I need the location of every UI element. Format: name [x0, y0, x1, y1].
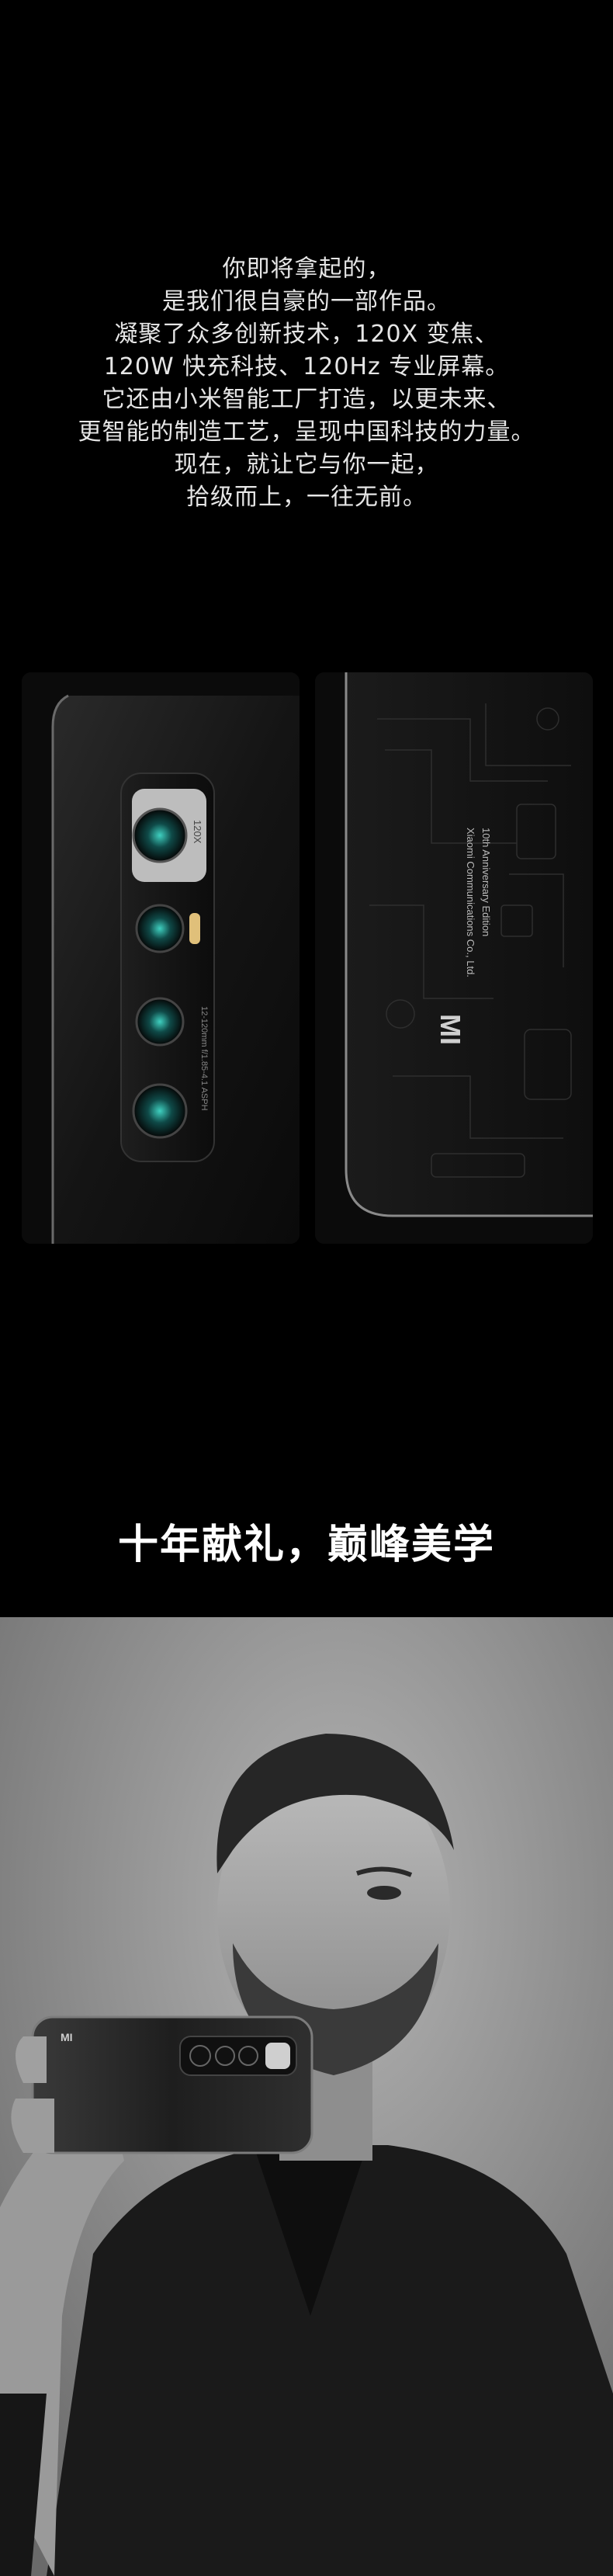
- phone-back-illustration: MI Xiaomi Communications Co., Ltd. 10th …: [315, 672, 593, 1244]
- portrait-photo: MI: [0, 1617, 613, 2576]
- intro-line: 它还由小米智能工厂打造，以更未来、: [102, 386, 511, 413]
- intro-line: 现在，就让它与你一起，: [174, 451, 439, 478]
- intro-line: 拾级而上，一往无前。: [186, 484, 427, 511]
- intro-text: 你即将拿起的， 是我们很自豪的一部作品。 凝聚了众多创新技术，120X 变焦、 …: [0, 253, 613, 514]
- section-spacer: [0, 1244, 613, 1477]
- portrait-illustration: MI: [0, 1617, 613, 2576]
- edition-print: 10th Anniversary Edition: [480, 828, 492, 936]
- phone-camera-illustration: 120X 12-120mm f/1.85-4.1 ASPH: [22, 672, 300, 1244]
- intro-section: 你即将拿起的， 是我们很自豪的一部作品。 凝聚了众多创新技术，120X 变焦、 …: [0, 0, 613, 637]
- intro-line: 120W 快充科技、120Hz 专业屏幕。: [103, 353, 510, 380]
- intro-line: 你即将拿起的，: [222, 255, 391, 283]
- phone-logo-mark: MI: [61, 2031, 73, 2043]
- camera-closeup-image: 120X 12-120mm f/1.85-4.1 ASPH: [22, 672, 300, 1244]
- lens-spec-label: 12-120mm f/1.85-4.1 ASPH: [199, 1006, 209, 1111]
- intro-line: 更智能的制造工艺，呈现中国科技的力量。: [78, 418, 535, 446]
- brand-logo-mark: MI: [435, 1014, 466, 1045]
- section-headline: 十年献礼，巅峰美学: [117, 1521, 495, 1568]
- transparent-back-image: MI Xiaomi Communications Co., Ltd. 10th …: [315, 672, 593, 1244]
- intro-line: 凝聚了众多创新技术，120X 变焦、: [114, 321, 499, 348]
- zoom-label: 120X: [192, 820, 203, 844]
- intro-line: 是我们很自豪的一部作品。: [162, 288, 451, 315]
- maker-print: Xiaomi Communications Co., Ltd.: [465, 828, 476, 977]
